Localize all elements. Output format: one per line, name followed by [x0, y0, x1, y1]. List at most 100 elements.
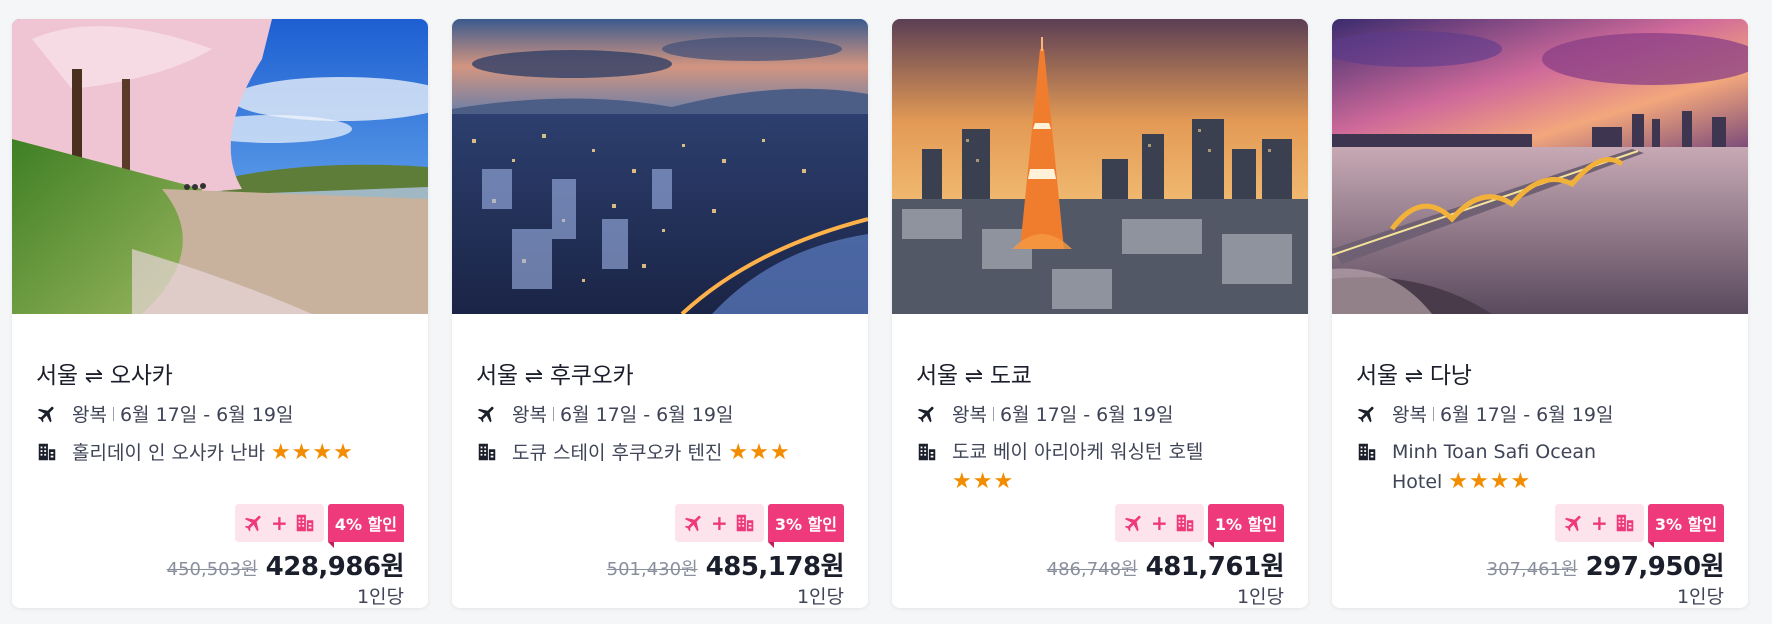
round-trip-arrow-icon: ⇌ — [1404, 364, 1423, 389]
building-icon — [296, 514, 314, 532]
deal-card-fukuoka[interactable]: 서울 ⇌ 후쿠오카 왕복 6월 17일 - 6월 19일 도큐 스테이 후쿠오카 텐진… — [452, 19, 868, 608]
destination-photo — [1332, 19, 1748, 314]
price-row: 501,430원 485,178원 — [606, 546, 845, 583]
price-row: 307,461원 297,950원 — [1486, 546, 1725, 583]
flight-hotel-package-badge: + — [1555, 504, 1644, 542]
building-icon — [918, 443, 936, 461]
round-trip-arrow-icon: ⇌ — [84, 364, 103, 389]
airplane-icon — [1124, 515, 1141, 532]
trip-info: 왕복 6월 17일 - 6월 19일 — [476, 400, 733, 427]
hotel-name: 홀리데이 인 오사카 난바 — [72, 442, 265, 464]
plus-sign: + — [271, 511, 288, 535]
trip-info: 왕복 6월 17일 - 6월 19일 — [1356, 400, 1613, 427]
star-rating: ★★★ — [728, 440, 791, 465]
route-title: 서울 ⇌ 오사카 — [36, 356, 173, 390]
star-rating: ★★★★ — [270, 440, 354, 465]
hotel-name: 도쿄 베이 아리아케 워싱턴 호텔 — [952, 441, 1204, 463]
trip-dates: 6월 17일 - 6월 19일 — [999, 404, 1174, 426]
trip-dates: 6월 17일 - 6월 19일 — [1439, 404, 1614, 426]
divider — [1432, 406, 1434, 421]
original-price: 307,461원 — [1486, 559, 1578, 580]
destination-city: 후쿠오카 — [549, 363, 634, 389]
divider — [112, 406, 114, 421]
flight-hotel-package-badge: + — [675, 504, 764, 542]
sale-price: 485,178원 — [705, 552, 845, 582]
hotel-info: 도쿄 베이 아리아케 워싱턴 호텔 ★★★ — [916, 438, 1246, 497]
flight-hotel-package-badge: + — [235, 504, 324, 542]
route-title: 서울 ⇌ 도쿄 — [916, 356, 1032, 390]
card-body: 서울 ⇌ 도쿄 왕복 6월 17일 - 6월 19일 도쿄 베이 아리아케 워싱턴 호… — [892, 314, 1308, 608]
price-row: 450,503원 428,986원 — [166, 546, 405, 583]
origin-city: 서울 — [916, 363, 958, 389]
divider — [552, 406, 554, 421]
destination-city: 오사카 — [109, 363, 173, 389]
airplane-icon — [1564, 515, 1581, 532]
per-person-label: 1인당 — [1236, 586, 1284, 608]
card-body: 서울 ⇌ 후쿠오카 왕복 6월 17일 - 6월 19일 도큐 스테이 후쿠오카 텐진… — [452, 314, 868, 608]
destination-city: 도쿄 — [989, 363, 1032, 389]
trip-dates: 6월 17일 - 6월 19일 — [559, 404, 734, 426]
star-rating: ★★★ — [952, 469, 1015, 494]
price-row: 486,748원 481,761원 — [1046, 546, 1285, 583]
trip-type: 왕복 — [952, 404, 987, 426]
per-person-label: 1인당 — [1676, 586, 1724, 608]
trip-dates: 6월 17일 - 6월 19일 — [119, 404, 294, 426]
airplane-icon — [244, 515, 261, 532]
destination-photo — [452, 19, 868, 314]
destination-city: 다낭 — [1429, 363, 1472, 389]
hotel-name: 도큐 스테이 후쿠오카 텐진 — [512, 442, 723, 464]
route-title: 서울 ⇌ 다낭 — [1356, 356, 1472, 390]
original-price: 486,748원 — [1046, 559, 1138, 580]
trip-info: 왕복 6월 17일 - 6월 19일 — [36, 400, 293, 427]
package-badges: + 1% 할인 — [1115, 504, 1284, 548]
round-trip-arrow-icon: ⇌ — [964, 364, 983, 389]
building-icon — [736, 514, 754, 532]
divider — [992, 406, 994, 421]
airplane-icon — [684, 515, 701, 532]
card-body: 서울 ⇌ 다낭 왕복 6월 17일 - 6월 19일 Minh Toan Safi O… — [1332, 314, 1748, 608]
flight-hotel-package-badge: + — [1115, 504, 1204, 542]
airplane-icon — [477, 406, 494, 422]
package-badges: + 3% 할인 — [1555, 504, 1724, 548]
plus-sign: + — [1151, 511, 1168, 535]
deal-card-danang[interactable]: 서울 ⇌ 다낭 왕복 6월 17일 - 6월 19일 Minh Toan Safi O… — [1332, 19, 1748, 608]
per-person-label: 1인당 — [356, 586, 404, 608]
hotel-info: 도큐 스테이 후쿠오카 텐진 ★★★ — [476, 438, 846, 468]
building-icon — [1176, 514, 1194, 532]
route-title: 서울 ⇌ 후쿠오카 — [476, 356, 634, 390]
destination-photo — [12, 19, 428, 314]
trip-info: 왕복 6월 17일 - 6월 19일 — [916, 400, 1173, 427]
building-icon — [1358, 443, 1376, 461]
hotel-info: 홀리데이 인 오사카 난바 ★★★★ — [36, 438, 406, 468]
discount-badge: 1% 할인 — [1207, 504, 1284, 548]
round-trip-arrow-icon: ⇌ — [524, 364, 543, 389]
discount-badge: 3% 할인 — [1647, 504, 1724, 548]
star-rating: ★★★★ — [1448, 469, 1532, 494]
original-price: 450,503원 — [166, 559, 258, 580]
per-person-label: 1인당 — [796, 586, 844, 608]
package-badges: + 3% 할인 — [675, 504, 844, 548]
trip-type: 왕복 — [1392, 404, 1427, 426]
package-deals-row: 서울 ⇌ 오사카 왕복 6월 17일 - 6월 19일 홀리데이 인 오사카 난바 ★★… — [0, 0, 1772, 624]
sale-price: 481,761원 — [1145, 552, 1285, 582]
airplane-icon — [917, 406, 934, 422]
discount-badge: 4% 할인 — [327, 504, 404, 548]
trip-type: 왕복 — [512, 404, 547, 426]
building-icon — [478, 443, 496, 461]
package-badges: + 4% 할인 — [235, 504, 404, 548]
origin-city: 서울 — [36, 363, 78, 389]
original-price: 501,430원 — [606, 559, 698, 580]
airplane-icon — [37, 406, 54, 422]
card-body: 서울 ⇌ 오사카 왕복 6월 17일 - 6월 19일 홀리데이 인 오사카 난바 ★★… — [12, 314, 428, 608]
plus-sign: + — [1591, 511, 1608, 535]
deal-card-osaka[interactable]: 서울 ⇌ 오사카 왕복 6월 17일 - 6월 19일 홀리데이 인 오사카 난바 ★★… — [12, 19, 428, 608]
building-icon — [38, 443, 56, 461]
sale-price: 297,950원 — [1585, 552, 1725, 582]
origin-city: 서울 — [476, 363, 518, 389]
sale-price: 428,986원 — [265, 552, 405, 582]
origin-city: 서울 — [1356, 363, 1398, 389]
destination-photo — [892, 19, 1308, 314]
deal-card-tokyo[interactable]: 서울 ⇌ 도쿄 왕복 6월 17일 - 6월 19일 도쿄 베이 아리아케 워싱턴 호… — [892, 19, 1308, 608]
building-icon — [1616, 514, 1634, 532]
hotel-info: Minh Toan Safi Ocean Hotel ★★★★ — [1356, 438, 1626, 497]
